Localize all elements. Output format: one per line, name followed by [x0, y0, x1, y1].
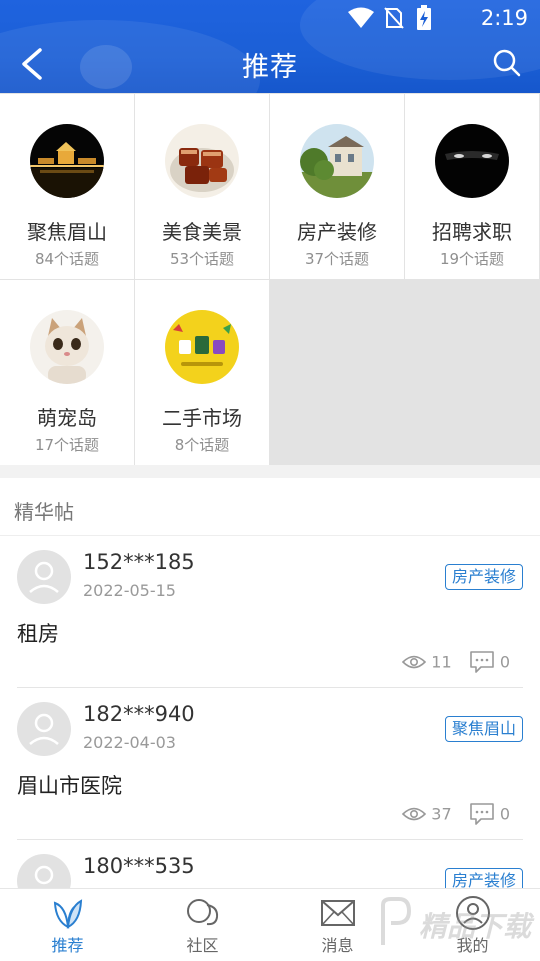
post-date: 2022-05-15	[83, 581, 176, 600]
comment-count: 0	[499, 804, 510, 824]
eye-icon	[402, 807, 427, 821]
topic-name: 招聘求职	[432, 220, 512, 244]
battery-charging-icon	[417, 5, 431, 30]
search-icon	[493, 49, 521, 77]
app-header: 2:19 推荐	[0, 0, 540, 93]
topic-count: 19个话题	[439, 250, 505, 268]
topic-count: 17个话题	[34, 436, 100, 454]
tab-community[interactable]: 社区	[135, 889, 270, 961]
tab-recommend[interactable]: 推荐	[0, 889, 135, 961]
topic-image-kitten	[30, 310, 104, 384]
post-topic-tag[interactable]: 房产装修	[444, 868, 523, 888]
post-username: 180***535	[83, 854, 195, 878]
post-item[interactable]: 152***185 2022-05-15 房产装修 租房 11 0	[0, 536, 540, 688]
watermark-logo-icon	[381, 897, 412, 945]
topic-card-zhaopin[interactable]: 招聘求职 19个话题	[405, 94, 539, 279]
post-item[interactable]: 180***535 房产装修	[0, 840, 540, 888]
wifi-icon	[348, 7, 374, 28]
post-topic-tag[interactable]: 房产装修	[444, 564, 523, 590]
watermark: 精品下载	[375, 893, 535, 953]
search-button[interactable]	[492, 48, 522, 78]
topic-count: 84个话题	[34, 250, 100, 268]
topic-image-dark-car	[435, 124, 509, 198]
default-avatar-icon	[29, 713, 59, 745]
comment-count: 0	[499, 652, 510, 672]
comment-icon	[469, 803, 494, 825]
topic-image-houses	[300, 124, 374, 198]
eye-icon	[402, 655, 427, 669]
avatar	[17, 854, 71, 888]
no-sim-icon	[384, 7, 404, 29]
post-username: 182***940	[83, 702, 195, 726]
post-content: 眉山市医院	[17, 774, 122, 798]
post-item[interactable]: 182***940 2022-04-03 聚焦眉山 眉山市医院 37 0	[0, 688, 540, 840]
view-count: 37	[431, 804, 452, 824]
post-username: 152***185	[83, 550, 195, 574]
tab-label: 社区	[186, 936, 219, 955]
topic-count: 53个话题	[169, 250, 235, 268]
topic-card-fangchan[interactable]: 房产装修 37个话题	[270, 94, 404, 279]
topic-count: 37个话题	[304, 250, 370, 268]
avatar	[17, 550, 71, 604]
default-avatar-icon	[34, 865, 54, 885]
page-title: 推荐	[242, 52, 298, 83]
tab-label: 推荐	[51, 936, 84, 955]
topic-grid: 聚焦眉山 84个话题 美食美景 53个话题 房产装修 37个话题 招聘求职 19…	[0, 93, 540, 465]
featured-section: 精华帖 152***185 2022-05-15 房产装修 租房 11 0 18…	[0, 478, 540, 888]
post-content: 租房	[17, 622, 59, 646]
post-date: 2022-04-03	[83, 733, 176, 752]
topic-card-jujiao[interactable]: 聚焦眉山 84个话题	[0, 94, 134, 279]
post-stats: 37 0	[402, 802, 510, 828]
envelope-icon	[320, 900, 355, 926]
topic-card-mengchong[interactable]: 萌宠岛 17个话题	[0, 280, 134, 465]
post-stats: 11 0	[402, 650, 510, 676]
topic-card-meishi[interactable]: 美食美景 53个话题	[135, 94, 269, 279]
topic-count: 8个话题	[174, 436, 230, 454]
status-bar: 2:19	[0, 0, 540, 36]
topic-card-ershou[interactable]: 二手市场 8个话题	[135, 280, 269, 465]
leaf-icon	[53, 899, 82, 929]
section-title: 精华帖	[14, 500, 74, 524]
view-count: 11	[431, 652, 452, 672]
post-topic-tag[interactable]: 聚焦眉山	[444, 716, 523, 742]
topic-image-secondhand	[165, 310, 239, 384]
avatar	[17, 702, 71, 756]
status-time: 2:19	[480, 6, 528, 30]
topic-name: 二手市场	[162, 406, 242, 430]
topic-image-night-city	[30, 124, 104, 198]
chat-bubbles-icon	[186, 899, 218, 926]
topic-name: 萌宠岛	[37, 406, 97, 430]
topic-name: 美食美景	[162, 220, 242, 244]
watermark-text: 精品下载	[419, 910, 532, 943]
topic-name: 房产装修	[297, 220, 377, 244]
topic-image-braised-pork	[165, 124, 239, 198]
default-avatar-icon	[29, 561, 59, 593]
nav-bar: 推荐	[0, 36, 540, 93]
topic-name: 聚焦眉山	[27, 220, 107, 244]
comment-icon	[469, 651, 494, 673]
